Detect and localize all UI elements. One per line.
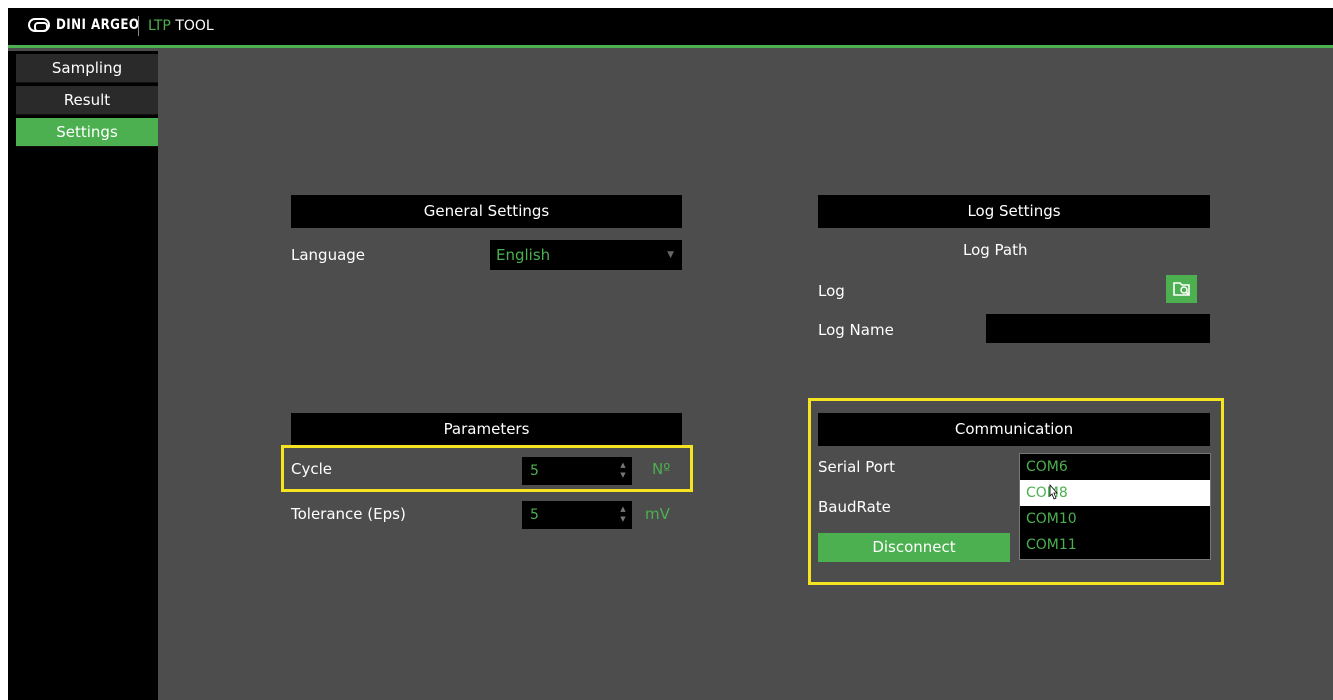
app-name-suffix: TOOL — [175, 18, 214, 34]
app-name-prefix: LTP — [148, 18, 171, 34]
tab-settings[interactable]: Settings — [16, 118, 158, 147]
log-browse-button[interactable] — [1166, 275, 1197, 303]
chevron-down-icon: ▼ — [667, 250, 674, 260]
parameters-header: Parameters — [291, 413, 682, 446]
language-value: English — [496, 246, 551, 264]
cycle-highlight-box — [281, 445, 693, 492]
brand-logo-icon — [28, 18, 50, 32]
general-settings-header: General Settings — [291, 195, 682, 228]
app-name: LTP TOOL — [148, 18, 214, 34]
tab-sampling[interactable]: Sampling — [16, 54, 158, 83]
sidebar: Sampling Result Settings — [8, 51, 158, 700]
brand: DINI ARGEO — [28, 17, 154, 33]
tab-result[interactable]: Result — [16, 86, 158, 115]
log-name-input[interactable] — [986, 314, 1210, 343]
tolerance-spinbox[interactable]: 5 ▲ ▼ — [522, 501, 632, 529]
communication-highlight-box — [808, 398, 1224, 585]
language-label: Language — [291, 246, 366, 264]
brand-name: DINI ARGEO — [56, 17, 140, 33]
log-settings-header: Log Settings — [818, 195, 1210, 228]
tolerance-unit: mV — [645, 505, 670, 523]
title-bar: DINI ARGEO LTP TOOL — [8, 8, 1333, 48]
folder-search-icon — [1172, 282, 1190, 296]
tolerance-value: 5 — [530, 507, 539, 523]
log-name-label: Log Name — [818, 321, 894, 339]
spin-arrows-icon[interactable]: ▲ ▼ — [619, 504, 627, 526]
log-path-label: Log Path — [963, 241, 1028, 259]
log-label: Log — [818, 282, 845, 300]
brand-divider — [138, 16, 139, 36]
tolerance-label: Tolerance (Eps) — [291, 505, 406, 523]
language-select[interactable]: English ▼ — [490, 240, 682, 270]
app-window: DINI ARGEO LTP TOOL Sampling Result Sett… — [8, 8, 1333, 700]
